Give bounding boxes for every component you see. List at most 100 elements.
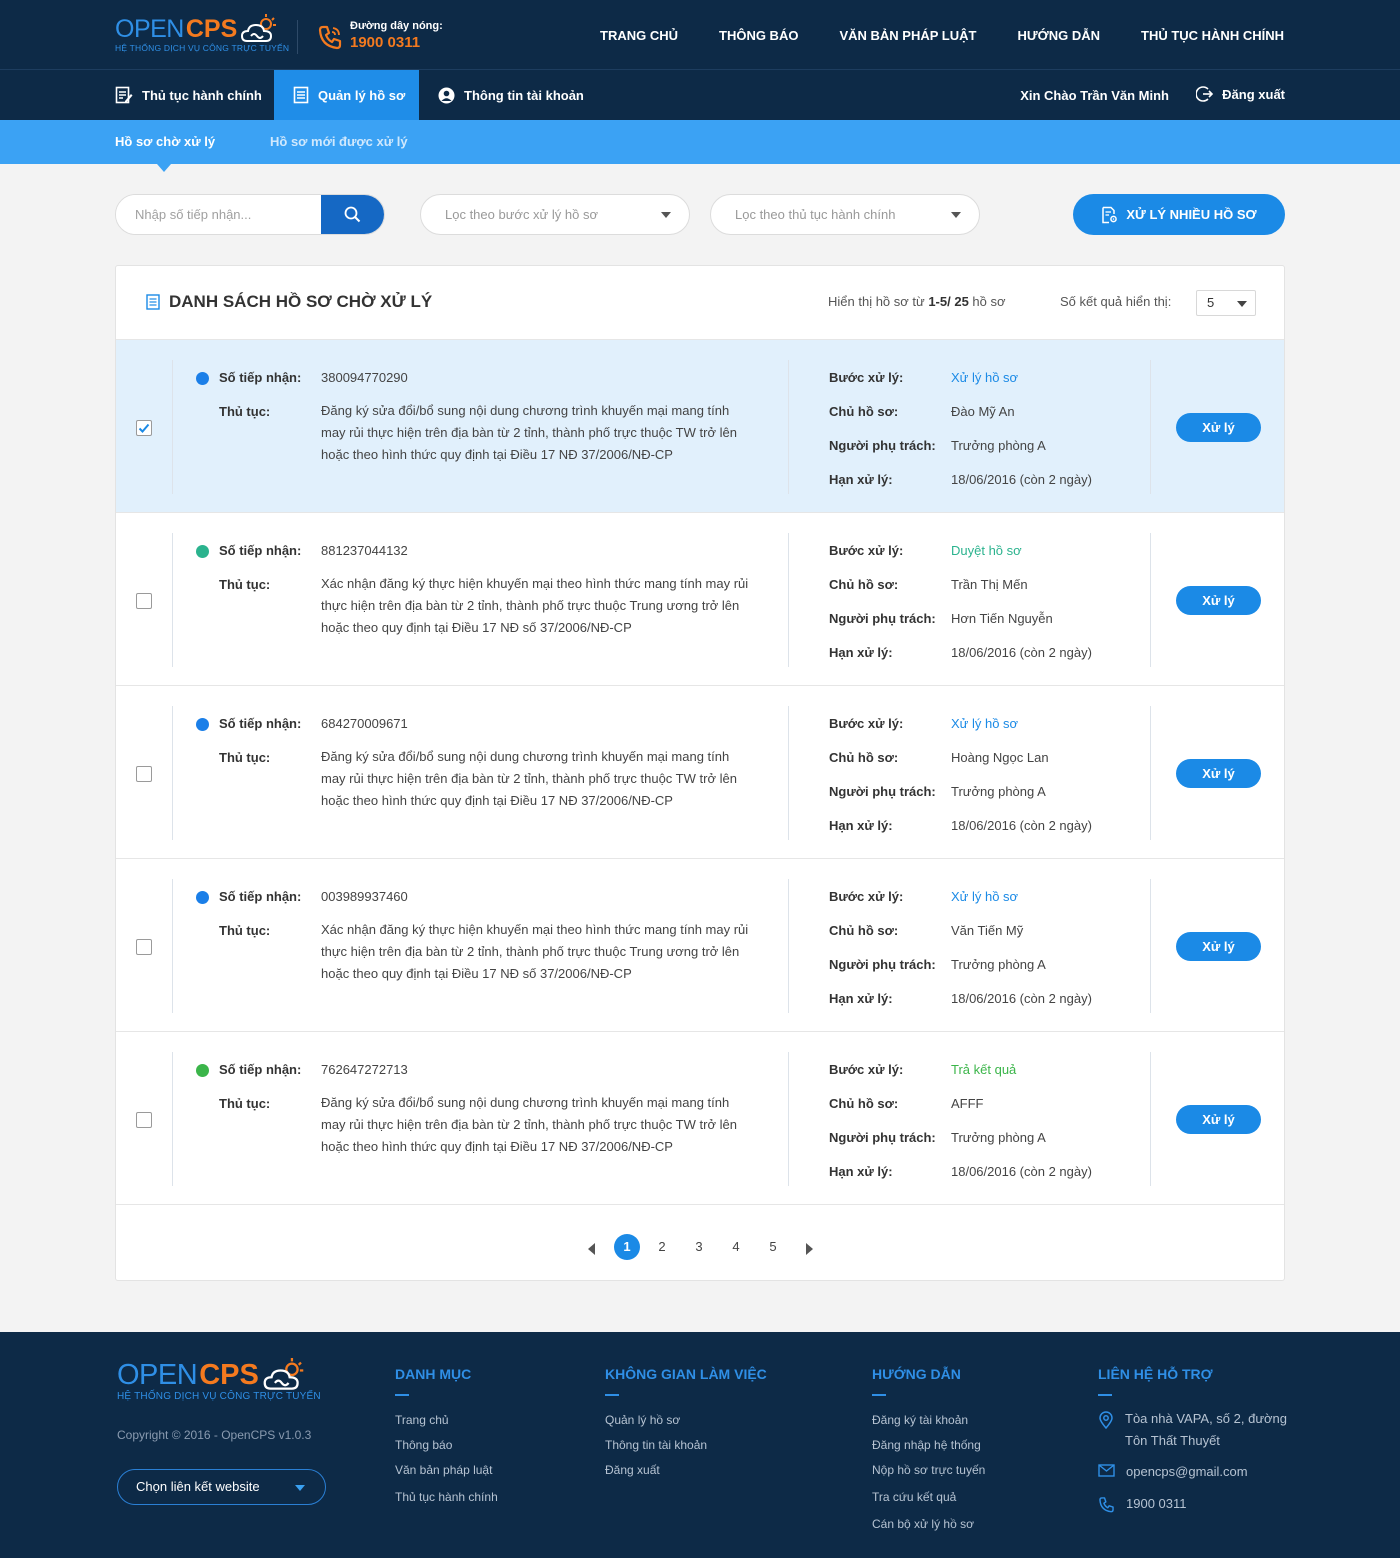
footer-link[interactable]: Nộp hồ sơ trực tuyến [872,1458,985,1483]
assignee-value: Trưởng phòng A [951,438,1046,453]
procedure-label: Thủ tục: [219,404,271,419]
step-label: Bước xử lý: [829,370,904,385]
row-checkbox[interactable] [136,593,152,609]
owner-value: Trần Thị Mến [951,577,1028,592]
user-greeting: Xin Chào Trần Văn Minh [1020,88,1169,103]
footer-link[interactable]: Thông tin tài khoản [605,1433,767,1458]
row-divider [788,1052,789,1186]
logo-open-text: OPEN [115,14,184,43]
bulk-process-button[interactable]: XỬ LÝ NHIỀU HỒ SƠ [1073,194,1285,235]
receipt-no-label: Số tiếp nhận: [219,543,302,558]
footer-link[interactable]: Thủ tục hành chính [395,1485,498,1510]
row-checkbox[interactable] [136,420,152,436]
opencps-logo[interactable]: OPEN CPS HỆ THỐNG DỊCH VỤ CÔNG TRỰC TUYẾ… [115,14,289,53]
subnav-thong-tin-tai-khoan[interactable]: Thông tin tài khoản [438,70,584,120]
procedure-label: Thủ tục: [219,1096,271,1111]
contact-email-text: opencps@gmail.com [1126,1464,1248,1479]
footer-link[interactable]: Trang chủ [395,1408,498,1433]
header-divider [297,20,298,54]
step-label: Bước xử lý: [829,716,904,731]
page-2[interactable]: 2 [649,1234,675,1260]
page-1[interactable]: 1 [614,1234,640,1260]
logout-link[interactable]: Đăng xuất [1196,85,1285,103]
hotline-number[interactable]: 1900 0311 [350,34,443,51]
per-page-label: Số kết quả hiển thị: [1060,294,1172,309]
footer-col-title: HƯỚNG DẪN [872,1366,961,1382]
search-input[interactable] [116,195,323,234]
page-3[interactable]: 3 [686,1234,712,1260]
footer-link[interactable]: Thông báo [395,1433,498,1458]
record-row: Số tiếp nhận: 380094770290 Thủ tục: Đăng ký… [116,340,1284,513]
per-page-select[interactable]: 5 [1196,290,1256,316]
footer-link[interactable]: Văn bản pháp luật [395,1458,498,1483]
contact-phone[interactable]: 1900 0311 [1098,1493,1288,1515]
footer-col-workspace: KHÔNG GIAN LÀM VIỆC Quản lý hồ sơ Thông … [605,1366,767,1483]
nav-thu-tuc-hanh-chinh[interactable]: THỦ TỤC HÀNH CHÍNH [1141,28,1284,43]
record-row: Số tiếp nhận: 762647272713 Thủ tục: Đăng ký… [116,1032,1284,1205]
footer-link[interactable]: Đăng xuất [605,1458,767,1483]
row-divider [1150,879,1151,1013]
footer-link[interactable]: Quản lý hồ sơ [605,1408,767,1433]
subnav-label: Thủ tục hành chính [142,87,262,103]
procedure-filter-select[interactable]: Lọc theo thủ tục hành chính [710,194,980,235]
panel-header: DANH SÁCH HỒ SƠ CHỜ XỬ LÝ Hiển thị hồ sơ… [116,266,1284,340]
owner-value: AFFF [951,1096,984,1111]
row-divider [788,360,789,494]
website-link-select[interactable]: Chọn liên kết website [117,1469,326,1505]
search-button[interactable] [321,195,384,234]
process-button[interactable]: Xử lý [1176,586,1261,615]
nav-huong-dan[interactable]: HƯỚNG DẪN [1017,28,1100,43]
process-button[interactable]: Xử lý [1176,932,1261,961]
assignee-value: Trưởng phòng A [951,957,1046,972]
logout-label: Đăng xuất [1222,86,1285,102]
footer-link[interactable]: Cán bộ xử lý hồ sơ [872,1512,985,1537]
footer-link[interactable]: Tra cứu kết quả [872,1485,985,1510]
process-button[interactable]: Xử lý [1176,413,1261,442]
procedure-value: Đăng ký sửa đổi/bổ sung nội dung chương … [321,749,737,808]
nav-van-ban-phap-luat[interactable]: VĂN BẢN PHÁP LUẬT [839,28,976,43]
document-gear-icon [1102,206,1118,223]
page-5[interactable]: 5 [760,1234,786,1260]
row-checkbox[interactable] [136,1112,152,1128]
row-divider [1150,360,1151,494]
assignee-value: Trưởng phòng A [951,1130,1046,1145]
deadline-label: Hạn xử lý: [829,818,893,833]
contact-email[interactable]: opencps@gmail.com [1098,1461,1288,1483]
logo-cps-text: CPS [185,14,238,43]
tab-pending[interactable]: Hồ sơ chờ xử lý [115,134,215,149]
deadline-label: Hạn xử lý: [829,1164,893,1179]
subnav-quan-ly-ho-so[interactable]: Quản lý hồ sơ [274,70,419,120]
process-button[interactable]: Xử lý [1176,1105,1261,1134]
step-filter-select[interactable]: Lọc theo bước xử lý hồ sơ [420,194,690,235]
row-checkbox[interactable] [136,939,152,955]
next-page-icon[interactable] [806,1243,813,1255]
row-divider [1150,533,1151,667]
page-4[interactable]: 4 [723,1234,749,1260]
hotline-label: Đường dây nóng: [350,20,443,32]
location-pin-icon [1099,1411,1113,1429]
bulk-process-label: XỬ LÝ NHIỀU HỒ SƠ [1126,207,1257,222]
contact-address-text: Tòa nhà VAPA, số 2, đường Tôn Thất Thuyế… [1125,1411,1288,1448]
footer-link[interactable]: Đăng nhập hệ thống [872,1433,985,1458]
row-divider [172,706,173,840]
prev-page-icon[interactable] [588,1243,595,1255]
procedure-value: Xác nhận đăng ký thực hiện khuyến mại th… [321,922,749,981]
receipt-no-value: 762647272713 [321,1062,408,1077]
logo-cps-text: CPS [199,1358,259,1391]
process-button[interactable]: Xử lý [1176,759,1261,788]
tab-recently-processed[interactable]: Hồ sơ mới được xử lý [270,134,408,149]
subnav-thu-tuc-hanh-chinh[interactable]: Thủ tục hành chính [115,70,262,120]
nav-thong-bao[interactable]: THÔNG BÁO [719,28,798,43]
row-checkbox[interactable] [136,766,152,782]
nav-trang-chu[interactable]: TRANG CHỦ [600,28,678,43]
footer-col-underline [605,1394,619,1396]
phone-icon [318,25,342,50]
footer-link[interactable]: Đăng ký tài khoản [872,1408,985,1433]
deadline-label: Hạn xử lý: [829,472,893,487]
document-list-icon [146,294,160,310]
logout-icon [1196,86,1214,102]
row-divider [1150,1052,1151,1186]
copyright: Copyright © 2016 - OpenCPS v1.0.3 [117,1428,312,1442]
status-dot [196,1064,209,1077]
step-value: Duyệt hồ sơ [951,543,1022,558]
